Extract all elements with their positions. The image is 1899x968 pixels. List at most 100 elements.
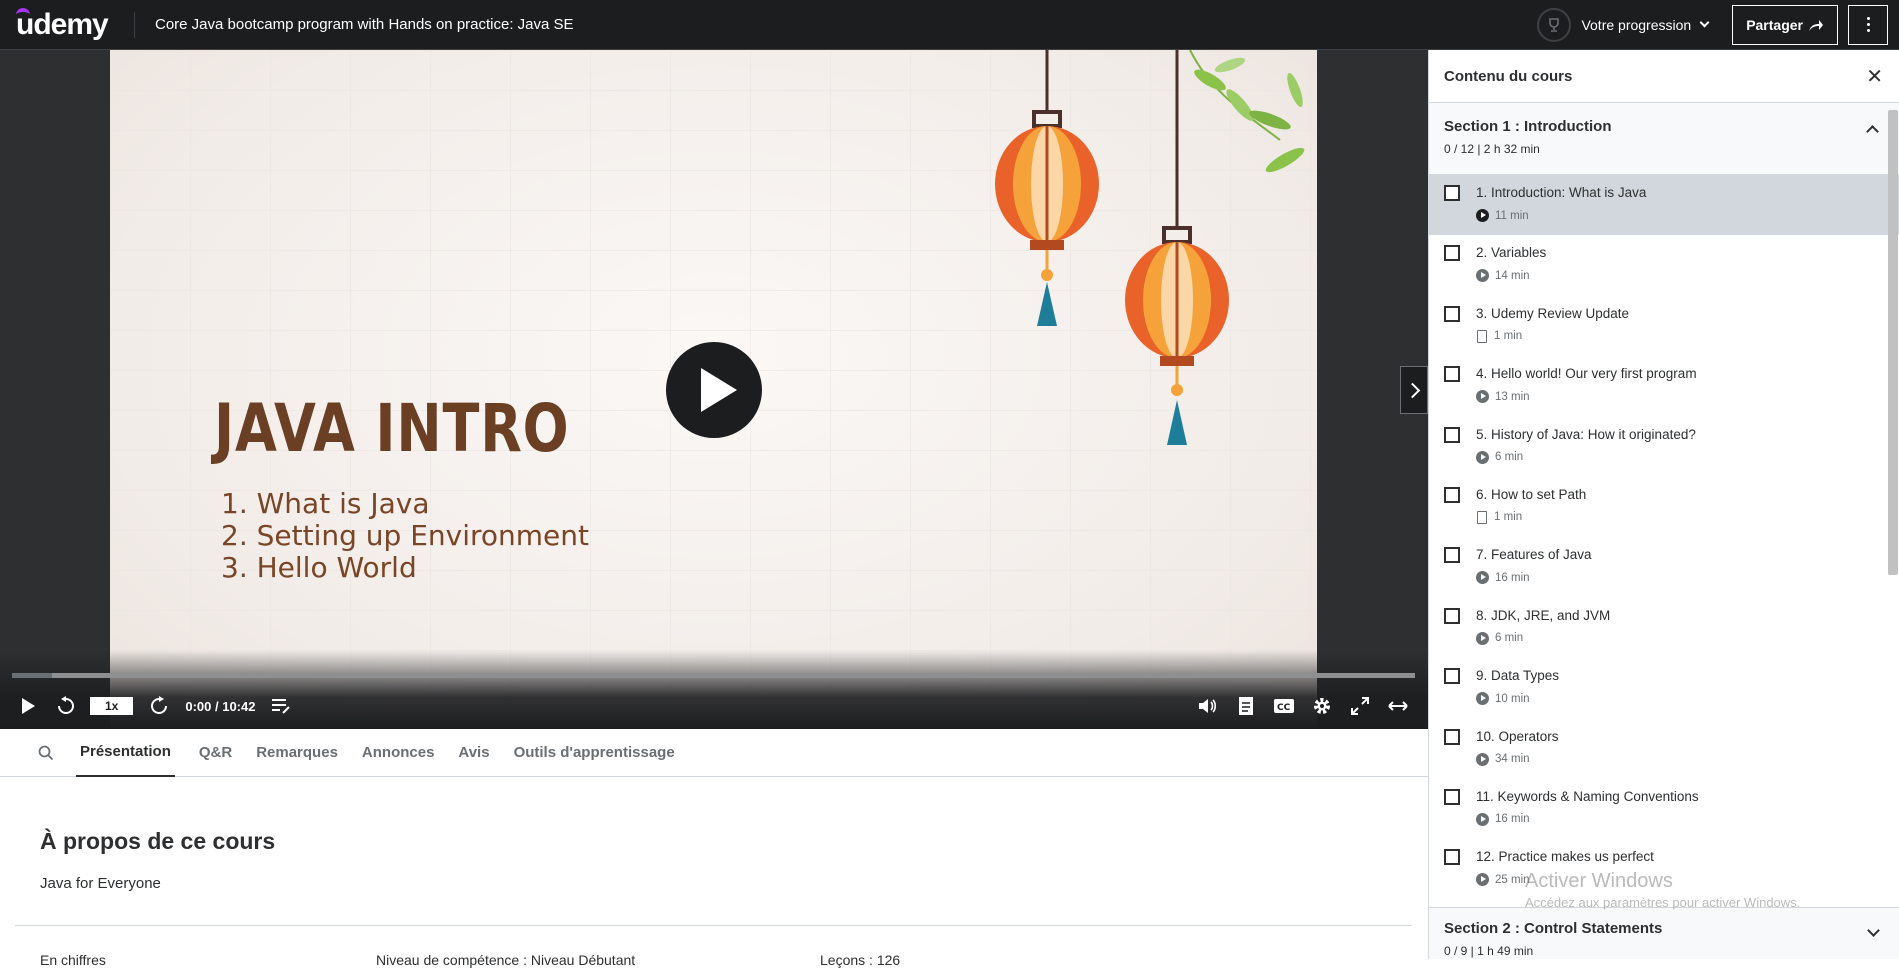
lantern-decoration (995, 50, 1099, 326)
speed-button[interactable]: 1x (90, 697, 134, 715)
lesson-title: 10. Operators (1476, 728, 1559, 744)
next-lesson-arrow[interactable] (1400, 366, 1428, 414)
chevron-down-icon (1699, 17, 1710, 28)
lesson-duration: 11 min (1495, 209, 1529, 222)
video-controls: 1x 0:00 / 10:42 CC (0, 650, 1428, 729)
skill-level: Niveau de compétence : Niveau Débutant (376, 952, 636, 968)
search-icon[interactable] (38, 745, 54, 761)
document-icon (1477, 510, 1487, 524)
lesson-checkbox[interactable] (1444, 668, 1460, 685)
slide-item: 3. Hello World (221, 551, 417, 584)
sidebar-header: Contenu du cours ✕ (1429, 50, 1899, 103)
tab-notes[interactable]: Remarques (256, 729, 338, 777)
progress-label: Votre progression (1581, 16, 1692, 33)
document-icon (1477, 329, 1487, 343)
lesson-checkbox[interactable] (1444, 788, 1460, 805)
lesson-item[interactable]: 8. JDK, JRE, and JVM 6 min (1429, 598, 1899, 658)
lesson-title: 4. Hello world! Our very first program (1476, 366, 1697, 382)
rewind-icon[interactable] (54, 694, 78, 718)
lesson-checkbox[interactable] (1444, 486, 1460, 503)
lesson-item[interactable]: 1. Introduction: What is Java 11 min (1429, 175, 1899, 236)
play-overlay-button[interactable] (666, 342, 762, 438)
lesson-checkbox[interactable] (1444, 245, 1460, 262)
course-title[interactable]: Core Java bootcamp program with Hands on… (155, 16, 574, 33)
lesson-checkbox[interactable] (1444, 426, 1460, 443)
lesson-item[interactable]: 3. Udemy Review Update 1 min (1429, 296, 1899, 356)
slide-title: JAVA INTRO (214, 390, 570, 467)
play-circle-icon (1476, 450, 1489, 464)
lesson-item[interactable]: 9. Data Types 10 min (1429, 658, 1899, 718)
lessons-count: Leçons : 126 (820, 952, 901, 968)
settings-gear-icon[interactable] (1310, 694, 1334, 718)
lesson-checkbox[interactable] (1444, 728, 1460, 745)
lesson-duration: 16 min (1495, 571, 1530, 584)
tab-reviews[interactable]: Avis (458, 729, 489, 777)
lesson-duration: 16 min (1495, 813, 1530, 826)
lesson-checkbox[interactable] (1444, 305, 1460, 322)
lesson-duration: 6 min (1495, 632, 1524, 645)
section-header[interactable]: Section 1 : Introduction 0 / 12 | 2 h 32… (1429, 103, 1899, 175)
tab-announcements[interactable]: Annonces (362, 729, 435, 777)
play-circle-icon (1476, 571, 1489, 585)
lesson-item[interactable]: 10. Operators 34 min (1429, 719, 1899, 779)
share-button[interactable]: Partager (1732, 4, 1838, 45)
lesson-duration: 1 min (1494, 511, 1523, 524)
udemy-logo[interactable]: udemy (16, 5, 120, 45)
expand-icon[interactable] (1386, 694, 1410, 718)
fullscreen-icon[interactable] (1348, 694, 1372, 718)
lesson-duration: 10 min (1495, 692, 1530, 705)
play-icon[interactable] (16, 694, 40, 718)
play-circle-icon (1476, 631, 1489, 645)
tab-presentation[interactable]: Présentation (76, 729, 175, 777)
lesson-title: 12. Practice makes us perfect (1476, 849, 1654, 865)
divider (15, 925, 1412, 926)
progress-scrubber[interactable] (12, 673, 1415, 678)
lesson-title: 9. Data Types (1476, 668, 1560, 684)
share-arrow-icon (1809, 19, 1823, 31)
section-header[interactable]: Section 2 : Control Statements 0 / 9 | 1… (1429, 907, 1899, 959)
time-display: 0:00 / 10:42 (185, 698, 256, 714)
slide-list: 1. What is Java 2. Setting up Environmen… (221, 488, 589, 584)
forward-icon[interactable] (147, 694, 171, 718)
lesson-item[interactable]: 2. Variables 14 min (1429, 235, 1899, 295)
lesson-duration: 6 min (1495, 451, 1524, 464)
lesson-title: 5. History of Java: How it originated? (1476, 426, 1696, 442)
section-meta: 0 / 9 | 1 h 49 min (1444, 944, 1534, 958)
lesson-checkbox[interactable] (1444, 185, 1460, 201)
section-title: Section 1 : Introduction (1444, 118, 1612, 135)
course-content-sidebar: Contenu du cours ✕ Section 1 : Introduct… (1428, 50, 1899, 959)
more-options-button[interactable] (1848, 4, 1888, 45)
lesson-item[interactable]: 11. Keywords & Naming Conventions 16 min (1429, 779, 1899, 839)
trophy-icon (1537, 7, 1572, 42)
lesson-checkbox[interactable] (1444, 849, 1460, 866)
lesson-checkbox[interactable] (1444, 607, 1460, 624)
progress-dropdown[interactable]: Votre progression (1537, 7, 1710, 42)
captions-icon[interactable]: CC (1272, 694, 1296, 718)
sidebar-title: Contenu du cours (1444, 67, 1573, 85)
play-circle-icon (1476, 209, 1489, 222)
section-meta: 0 / 12 | 2 h 32 min (1444, 142, 1540, 156)
play-circle-icon (1476, 812, 1489, 826)
content-tabs: Présentation Q&R Remarques Annonces Avis… (0, 729, 1428, 777)
lesson-item[interactable]: 6. How to set Path 1 min (1429, 477, 1899, 537)
lesson-item[interactable]: 5. History of Java: How it originated? 6 … (1429, 417, 1899, 477)
play-circle-icon (1476, 692, 1489, 706)
volume-icon[interactable] (1196, 694, 1220, 718)
lesson-title: 1. Introduction: What is Java (1476, 185, 1647, 200)
share-label: Partager (1746, 16, 1803, 33)
transcript-icon[interactable] (1234, 694, 1258, 718)
video-player[interactable]: JAVA INTRO 1. What is Java 2. Setting up… (0, 50, 1428, 729)
tab-learning-tools[interactable]: Outils d'apprentissage (514, 729, 675, 777)
stats-label: En chiffres (40, 952, 106, 968)
close-icon[interactable]: ✕ (1866, 64, 1883, 89)
play-circle-icon (1476, 873, 1489, 887)
scrollbar[interactable] (1888, 110, 1898, 575)
tab-qa[interactable]: Q&R (199, 729, 232, 777)
lesson-item[interactable]: 4. Hello world! Our very first program 13… (1429, 356, 1899, 416)
lesson-item[interactable]: 7. Features of Java 16 min (1429, 537, 1899, 597)
lesson-duration: 1 min (1494, 330, 1523, 343)
lesson-checkbox[interactable] (1444, 547, 1460, 564)
notes-icon[interactable] (269, 694, 293, 718)
lesson-checkbox[interactable] (1444, 366, 1460, 383)
lesson-title: 8. JDK, JRE, and JVM (1476, 607, 1611, 623)
